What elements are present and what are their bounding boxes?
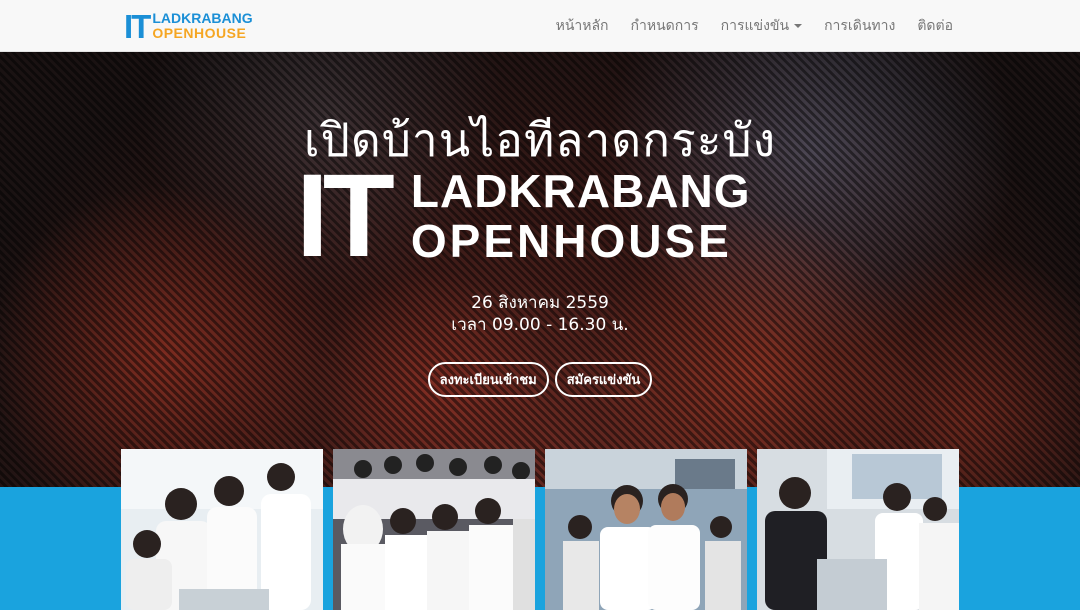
students-photo-4 [757, 449, 959, 610]
brand-logo[interactable]: IT LADKRABANG OPENHOUSE [124, 9, 274, 43]
nav-link-competition[interactable]: การแข่งขัน [710, 0, 813, 52]
photo-4-image [757, 449, 959, 610]
students-photo-2 [333, 449, 535, 610]
event-date: 26 สิงหาคม 2559 [471, 293, 609, 313]
nav-link-home[interactable]: หน้าหลัก [545, 0, 620, 52]
navbar: IT LADKRABANG OPENHOUSE หน้าหลัก กำหนดกา… [0, 0, 1080, 52]
hero-logo-words: LADKRABANG OPENHOUSE [411, 166, 751, 266]
photo-2-image [333, 449, 535, 610]
compete-signup-button[interactable]: สมัครแข่งขัน [554, 362, 653, 397]
hero-logo-line1: LADKRABANG [410, 165, 751, 217]
photo-1-image [121, 449, 323, 610]
caret-down-icon [794, 24, 803, 28]
students-photo-3 [545, 449, 747, 610]
hero-logo-it: IT [296, 150, 395, 282]
nav-link-travel[interactable]: การเดินทาง [813, 0, 906, 52]
hero-buttons: ลงทะเบียนเข้าชม สมัครแข่งขัน [0, 362, 1080, 397]
nav-link-schedule[interactable]: กำหนดการ [620, 0, 710, 52]
nav-item-travel: การเดินทาง [813, 0, 906, 52]
brand-line1: LADKRABANG [152, 10, 253, 26]
register-button[interactable]: ลงทะเบียนเข้าชม [427, 362, 549, 397]
brand-it: IT [124, 7, 151, 45]
hero-logo: IT LADKRABANG OPENHOUSE [296, 150, 786, 282]
photo-3-image [545, 449, 747, 610]
nav-item-contact: ติดต่อ [906, 0, 964, 52]
event-date-block: 26 สิงหาคม 2559 เวลา 09.00 - 16.30 น. [0, 292, 1080, 336]
brand-words: LADKRABANG OPENHOUSE [152, 11, 252, 41]
nav-link-contact[interactable]: ติดต่อ [906, 0, 964, 52]
students-photo-1 [121, 449, 323, 610]
nav-item-home: หน้าหลัก [545, 0, 620, 52]
hero-logo-line2: OPENHOUSE [410, 215, 732, 267]
event-time: เวลา 09.00 - 16.30 น. [451, 315, 629, 335]
nav-link-competition-label: การแข่งขัน [720, 18, 790, 34]
main-nav: หน้าหลัก กำหนดการ การแข่งขัน การเดินทาง … [545, 0, 964, 52]
nav-item-competition: การแข่งขัน [710, 0, 813, 52]
photo-gallery [121, 449, 961, 610]
brand-line2: OPENHOUSE [152, 25, 247, 41]
nav-item-schedule: กำหนดการ [620, 0, 710, 52]
